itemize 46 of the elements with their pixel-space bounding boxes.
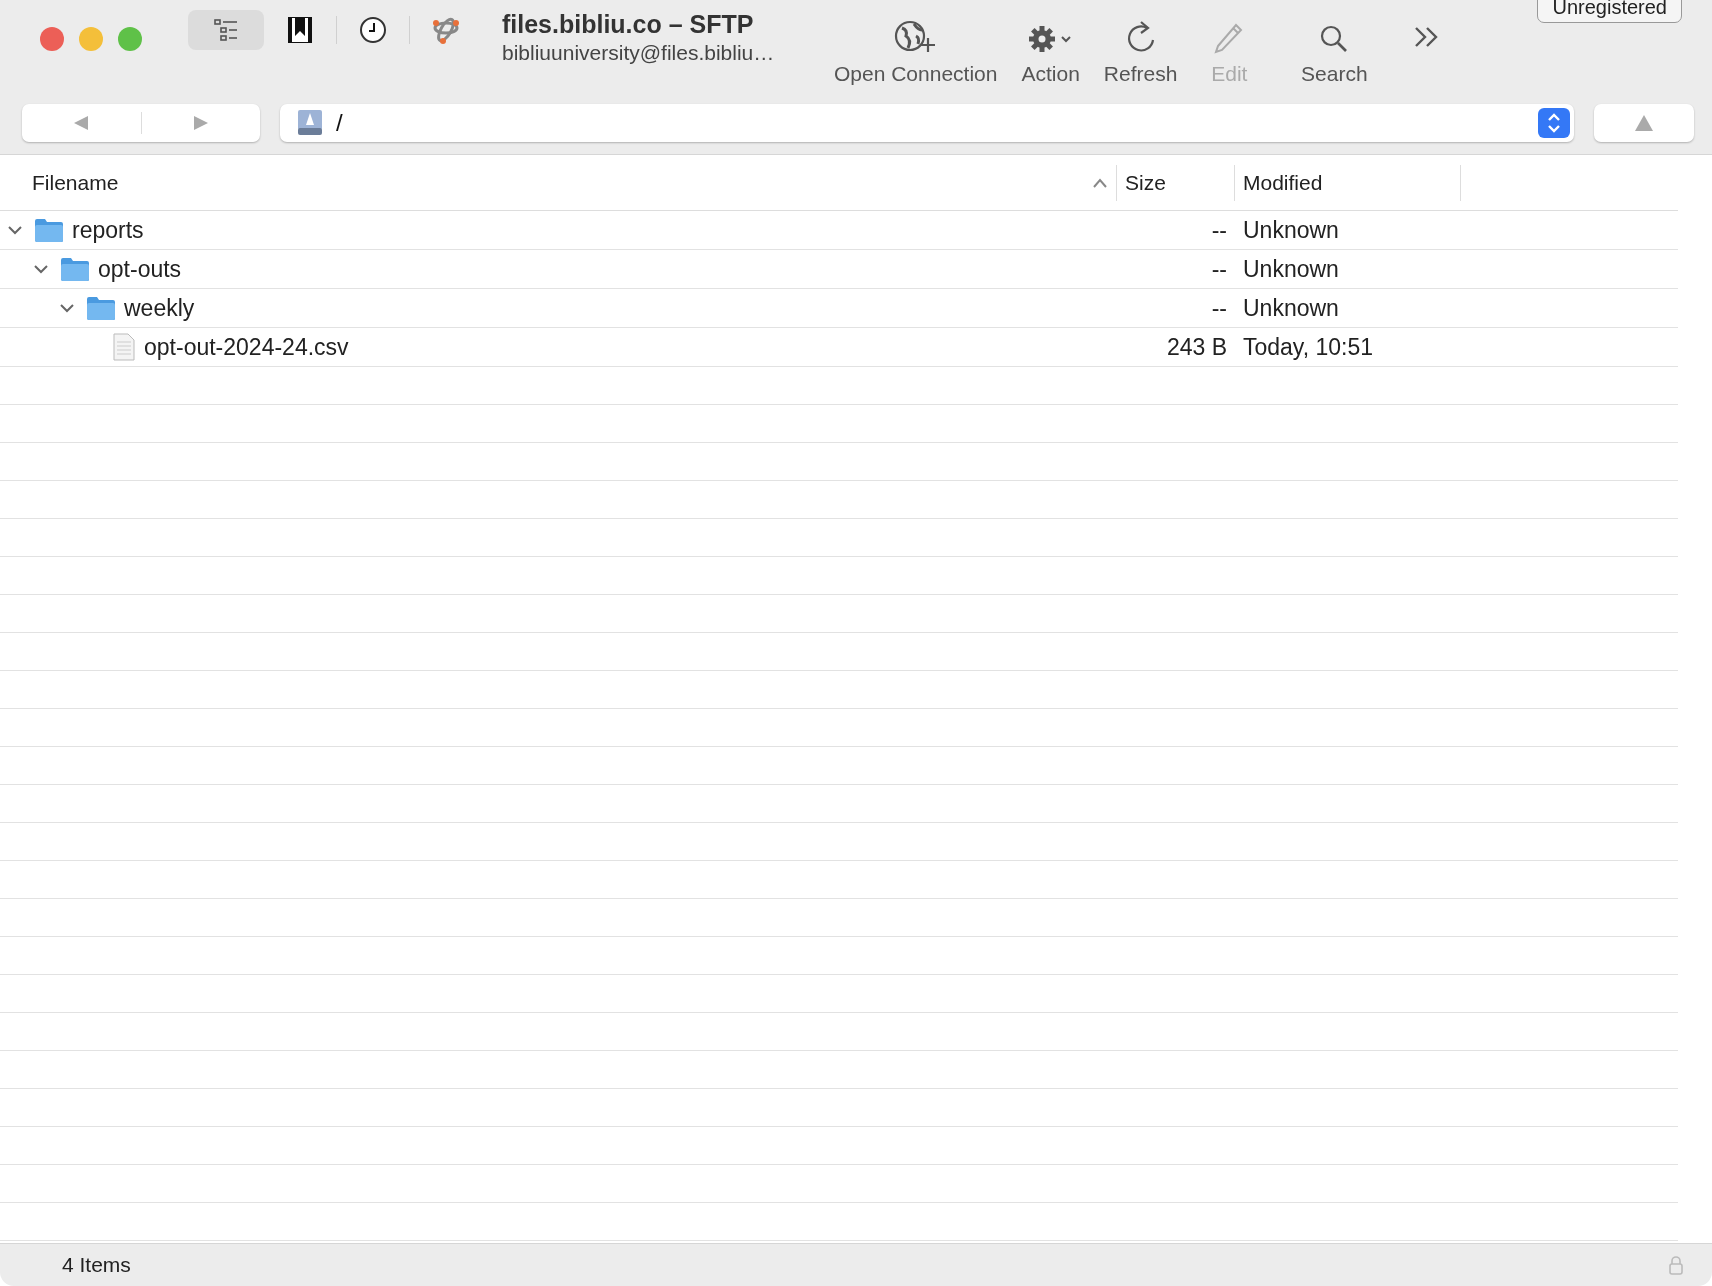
toolbar-button[interactable]: Refresh [1091,10,1190,86]
document-icon [112,333,136,361]
column-header[interactable]: Size [1117,164,1235,201]
column-header[interactable]: Filename [0,164,1117,201]
path-dropdown-button[interactable] [1538,108,1570,138]
file-size: -- [1210,216,1228,244]
outline-view-icon [213,18,239,42]
window-title: files.bibliu.co – SFTP [502,10,755,39]
back-triangle-icon [72,114,91,132]
clock-icon [359,16,387,44]
globe-plus-icon [893,20,938,54]
bonjour-icon [431,15,461,45]
file-name: opt-out-2024-24.csv [144,333,349,361]
gear-icon [1027,24,1074,54]
view-toggle[interactable] [188,10,264,50]
upload-button[interactable] [1594,104,1694,142]
disk-icon [296,109,324,137]
folder-icon [86,295,116,321]
toolbar-button[interactable]: Search [1269,10,1400,86]
file-size: -- [1210,294,1228,322]
modified-date: Unknown [1242,216,1339,244]
path-bar[interactable]: / [280,104,1574,142]
column-header[interactable]: Modified [1235,164,1461,201]
up-triangle-icon [1634,114,1654,132]
bookmark-icon [287,16,313,44]
unregistered-badge[interactable]: Unregistered [1537,0,1682,23]
lock-icon [1668,1255,1684,1275]
zoom-button[interactable] [118,27,142,51]
toolbar-button[interactable]: Action [1009,10,1092,86]
toolbar-button[interactable]: Open Connection [822,10,1010,86]
path-field[interactable]: / [334,108,1528,138]
file-name: reports [72,216,144,244]
file-name: weekly [124,294,195,322]
up-down-chevron-icon [1545,111,1563,135]
forward-triangle-icon [191,114,210,132]
item-count: 4 Items [62,1253,131,1277]
window-subtitle: bibliuuniversity@files.bibliu… [502,41,776,65]
modified-date: Unknown [1242,255,1339,283]
folder-icon [34,217,64,243]
modified-date: Unknown [1242,294,1339,322]
folder-icon [60,256,90,282]
modified-date: Today, 10:51 [1242,333,1373,361]
file-size: -- [1210,255,1228,283]
file-name: opt-outs [98,255,182,283]
close-button[interactable] [40,27,64,51]
file-size: 243 B [1165,333,1228,361]
